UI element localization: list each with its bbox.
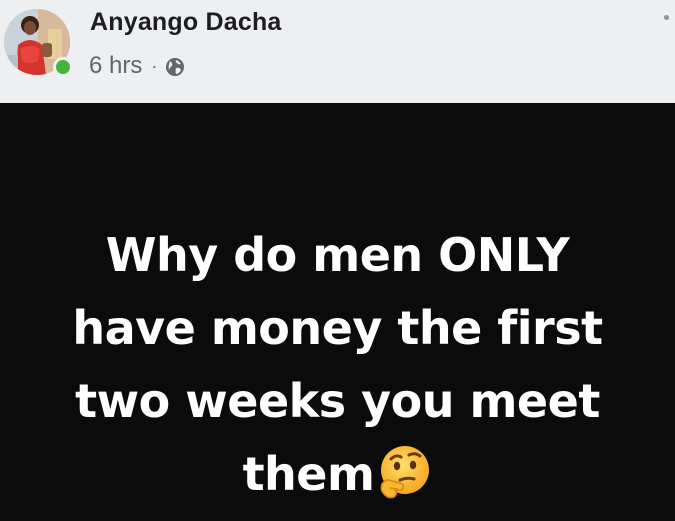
post-text-line-1: Why do men ONLY (105, 228, 570, 282)
post-body: Why do men ONLY have money the first two… (0, 103, 675, 518)
post-header: Anyango Dacha 6 hrs · (0, 0, 675, 103)
post-text-line-3: two weeks you meet (75, 374, 600, 428)
post-timestamp[interactable]: 6 hrs (89, 52, 142, 80)
more-options-icon[interactable] (664, 15, 669, 20)
thinking-face-emoji-icon (376, 444, 432, 500)
post-text-last-word: them (242, 447, 375, 501)
author-name[interactable]: Anyango Dacha (90, 8, 282, 37)
post-text-line-2: have money the first (72, 301, 603, 355)
post-meta: 6 hrs · (89, 51, 185, 81)
post-text-line-4: them (0, 438, 675, 511)
globe-icon[interactable] (165, 56, 185, 76)
post-text: Why do men ONLY have money the first two… (0, 219, 675, 511)
meta-separator: · (151, 55, 158, 76)
online-status-indicator (53, 57, 73, 77)
